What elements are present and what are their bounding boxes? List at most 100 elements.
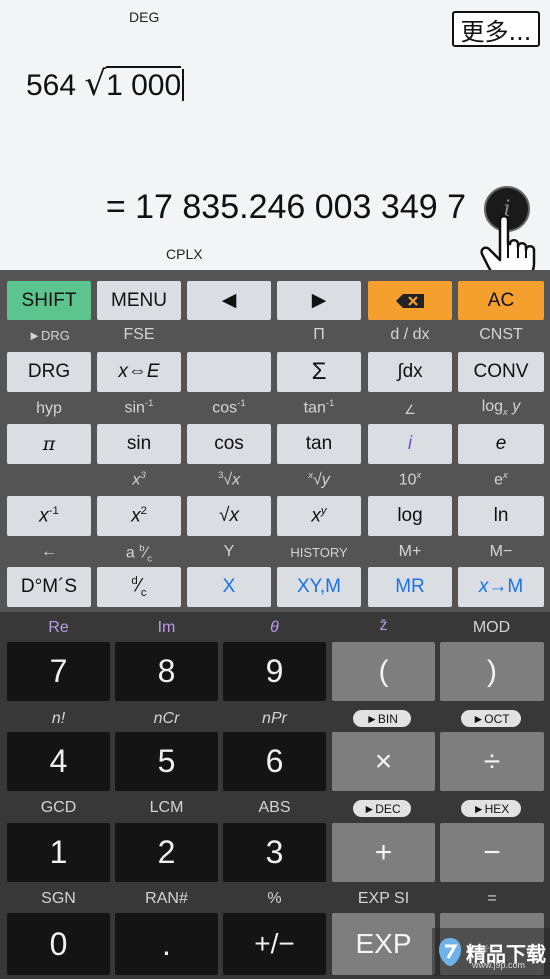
label-memory-minus: M−: [489, 543, 513, 560]
label-exp-si: EXP SI: [357, 890, 410, 907]
ln-button[interactable]: ln: [458, 496, 544, 536]
backspace-button[interactable]: [368, 281, 452, 320]
label-equals: =: [487, 890, 497, 907]
text-cursor: [182, 69, 185, 101]
tan-button[interactable]: tan: [277, 424, 361, 464]
cursor-left-button[interactable]: ◀: [187, 281, 271, 320]
expression-prefix: 564: [26, 69, 77, 102]
drg-button[interactable]: DRG: [7, 352, 91, 392]
sum-button[interactable]: Σ: [277, 352, 361, 392]
label-gcd: GCD: [40, 799, 77, 816]
open-paren-button[interactable]: (: [332, 642, 435, 701]
watermark-logo-icon: [439, 938, 461, 966]
menu-button[interactable]: MENU: [97, 281, 181, 320]
integral-button[interactable]: ∫dx: [368, 352, 452, 392]
imaginary-unit-button[interactable]: i: [368, 424, 452, 464]
reciprocal-button[interactable]: x-1: [7, 496, 91, 536]
label-real-part: Re: [48, 619, 69, 636]
fraction-button[interactable]: d⁄c: [97, 567, 181, 607]
fraction-label: d⁄c: [131, 574, 147, 600]
x-variable-button[interactable]: X: [187, 567, 271, 607]
multiply-button[interactable]: ×: [332, 732, 435, 791]
pi-button[interactable]: π: [7, 424, 91, 464]
label-abs: ABS: [258, 799, 291, 816]
square-root-button[interactable]: √x: [187, 496, 271, 536]
label-mod: MOD: [472, 619, 511, 636]
log-button[interactable]: log: [368, 496, 452, 536]
close-paren-button[interactable]: ): [440, 642, 544, 701]
square-root-label: √x: [219, 505, 239, 526]
label-xth-root: x√y: [308, 470, 330, 489]
digit-2-button[interactable]: 2: [115, 823, 218, 882]
watermark-url: www.j9p.com: [472, 960, 526, 970]
more-button[interactable]: 更多...: [452, 11, 540, 47]
label-conjugate: z̄: [379, 617, 388, 634]
digit-8-button[interactable]: 8: [115, 642, 218, 701]
cursor-right-button[interactable]: ▶: [277, 281, 361, 320]
store-to-memory-label: x→M: [478, 576, 524, 597]
label-ten-power: 10x: [398, 470, 422, 489]
label-sign: SGN: [41, 890, 76, 907]
label-history: HISTORY: [290, 545, 348, 560]
subtract-button[interactable]: −: [440, 823, 544, 882]
label-angle: ∠: [404, 402, 416, 417]
power-label: xy: [311, 504, 327, 527]
convert-button[interactable]: CONV: [458, 352, 544, 392]
label-log-base: logx y: [481, 398, 521, 419]
label-to-decimal: ►DEC: [353, 800, 411, 817]
label-derivative: d / dx: [390, 326, 430, 343]
radical-symbol: √: [84, 64, 107, 104]
display-area: DEG 更多... 564 √1 000 = 17 835.246 003 34…: [0, 0, 550, 282]
label-product: Π: [313, 326, 325, 343]
digit-9-button[interactable]: 9: [223, 642, 326, 701]
label-permutation: nPr: [262, 710, 287, 727]
label-hyp: hyp: [36, 400, 62, 417]
label-percent: %: [267, 890, 282, 907]
label-to-hex: ►HEX: [461, 800, 521, 817]
label-combination: nCr: [153, 710, 180, 727]
result-display: = 17 835.246 003 349 7: [105, 188, 466, 226]
label-fraction: a b⁄c: [125, 543, 153, 565]
memory-recall-button[interactable]: MR: [368, 567, 452, 607]
divide-button[interactable]: ÷: [440, 732, 544, 791]
label-to-binary: ►BIN: [353, 710, 411, 727]
digit-5-button[interactable]: 5: [115, 732, 218, 791]
label-memory-plus: M+: [398, 543, 422, 560]
exp-button[interactable]: EXP: [332, 913, 435, 975]
blank-button[interactable]: [187, 352, 271, 392]
power-button[interactable]: xy: [277, 496, 361, 536]
square-button[interactable]: x2: [97, 496, 181, 536]
sin-button[interactable]: sin: [97, 424, 181, 464]
label-drg-convert: ►DRG: [28, 328, 70, 343]
negate-button[interactable]: +/−: [223, 913, 326, 975]
add-button[interactable]: +: [332, 823, 435, 882]
label-imag-part: Im: [157, 619, 176, 636]
label-arctan: tan-1: [303, 398, 335, 417]
angle-mode-indicator: DEG: [129, 9, 160, 25]
decimal-point-button[interactable]: .: [115, 913, 218, 975]
digit-6-button[interactable]: 6: [223, 732, 326, 791]
all-clear-button[interactable]: AC: [458, 281, 544, 320]
digit-3-button[interactable]: 3: [223, 823, 326, 882]
expression-input[interactable]: 564 √1 000: [26, 64, 185, 104]
label-to-octal: ►OCT: [461, 710, 521, 727]
euler-e-button[interactable]: e: [458, 424, 544, 464]
label-arcsin: sin-1: [124, 398, 154, 417]
digit-7-button[interactable]: 7: [7, 642, 110, 701]
digit-1-button[interactable]: 1: [7, 823, 110, 882]
x-exchange-e-button[interactable]: x⇔E: [97, 352, 181, 392]
shift-button[interactable]: SHIFT: [7, 281, 91, 320]
label-lcm: LCM: [149, 799, 184, 816]
digit-4-button[interactable]: 4: [7, 732, 110, 791]
xym-variable-button[interactable]: XY,M: [277, 567, 361, 607]
cos-button[interactable]: cos: [187, 424, 271, 464]
arrow-right-icon: ▶: [311, 290, 327, 311]
label-exp-power: ex: [494, 470, 508, 489]
label-theta: θ: [270, 619, 279, 636]
digit-0-button[interactable]: 0: [7, 913, 110, 975]
arrow-left-icon: ◀: [221, 290, 237, 311]
label-cube-root: 3√x: [217, 470, 241, 489]
store-to-memory-button[interactable]: x→M: [458, 567, 544, 607]
label-factorial: n!: [51, 710, 66, 727]
dms-button[interactable]: D°M´S: [7, 567, 91, 607]
